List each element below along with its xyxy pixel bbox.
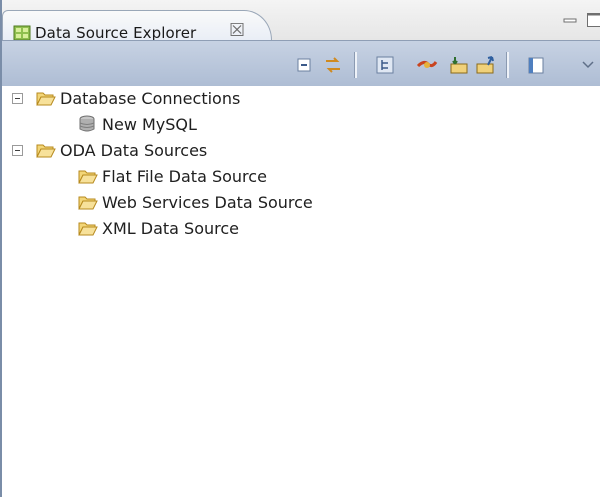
maximize-icon[interactable] <box>586 12 600 28</box>
tree-item-label: Database Connections <box>60 89 241 108</box>
link-with-editor-icon[interactable] <box>322 54 344 76</box>
tree-item-label: ODA Data Sources <box>60 141 208 160</box>
chevron-down-icon[interactable] <box>580 54 596 76</box>
import-icon[interactable] <box>448 54 470 76</box>
folder-open-icon <box>78 167 98 185</box>
collapse-toggle-icon[interactable] <box>12 145 23 156</box>
tree-item-new-mysql[interactable]: New MySQL <box>2 112 402 138</box>
export-icon[interactable] <box>474 54 496 76</box>
close-icon[interactable]: ☒ <box>229 22 245 40</box>
view-tab[interactable]: Data Source Explorer ☒ <box>2 10 272 42</box>
minimize-icon[interactable] <box>562 12 580 24</box>
tree-view-icon[interactable] <box>374 54 396 76</box>
folder-open-icon <box>36 89 56 107</box>
view-tab-strip: Data Source Explorer ☒ <box>2 0 600 42</box>
toolbar-separator <box>506 52 509 78</box>
view-menu-icon[interactable] <box>526 54 548 76</box>
tree-item-label: XML Data Source <box>102 219 240 238</box>
data-source-explorer-view: Data Source Explorer ☒ Database Connecti… <box>0 0 600 497</box>
tree-item-oda-data-sources[interactable]: ODA Data Sources <box>2 138 402 164</box>
toolbar-separator <box>354 52 357 78</box>
view-toolbar <box>2 40 600 86</box>
folder-open-icon <box>78 219 98 237</box>
folder-open-icon <box>78 193 98 211</box>
tree-item-xml-data-source[interactable]: XML Data Source <box>2 216 402 242</box>
collapse-toggle-icon[interactable] <box>12 93 23 104</box>
tree-item-flat-file-data-source[interactable]: Flat File Data Source <box>2 164 402 190</box>
tree-item-web-services-data-source[interactable]: Web Services Data Source <box>2 190 402 216</box>
connect-icon[interactable] <box>416 54 438 76</box>
folder-open-icon <box>36 141 56 159</box>
tree-item-label: New MySQL <box>102 115 197 134</box>
database-icon <box>78 115 98 133</box>
tree-item-database-connections[interactable]: Database Connections <box>2 86 402 112</box>
tree-item-label: Flat File Data Source <box>102 167 267 186</box>
collapse-all-icon[interactable] <box>294 54 316 76</box>
tree-item-label: Web Services Data Source <box>102 193 313 212</box>
